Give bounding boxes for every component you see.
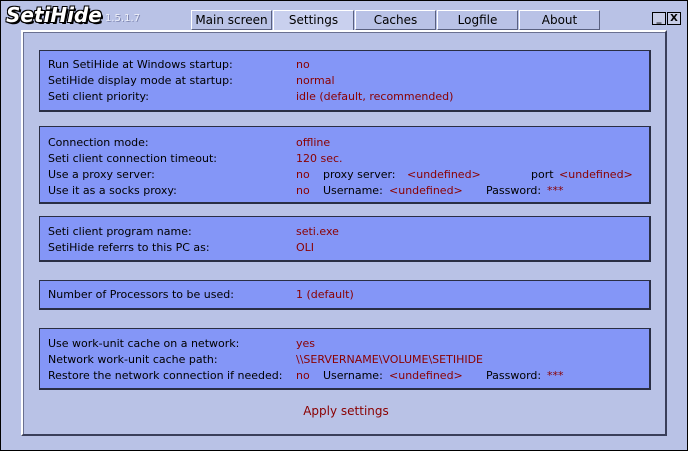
proxy-username-label: Username: [323, 184, 383, 197]
use-cache-label: Use work-unit cache on a network: [48, 337, 240, 350]
connection-group: Connection mode: offline Seti client con… [39, 126, 651, 204]
run-at-startup-label: Run SetiHide at Windows startup: [48, 58, 233, 71]
cache-path-label: Network work-unit cache path: [48, 353, 218, 366]
processors-group: Number of Processors to be used: 1 (defa… [39, 280, 651, 310]
program-name-label: Seti client program name: [48, 225, 192, 238]
tab-logfile[interactable]: Logfile [437, 10, 518, 30]
use-cache-value[interactable]: yes [296, 337, 315, 351]
app-logo: SetiHide [6, 3, 102, 27]
restore-connection-label: Restore the network connection if needed… [48, 369, 283, 382]
use-proxy-value[interactable]: no [296, 168, 310, 182]
processors-label: Number of Processors to be used: [48, 288, 234, 301]
socks-proxy-value[interactable]: no [296, 184, 310, 198]
app-version: 1.5.1.7 [105, 13, 140, 24]
display-mode-value[interactable]: normal [296, 74, 335, 88]
cache-path-value[interactable]: \\SERVERNAME\VOLUME\SETIHIDE [296, 353, 483, 367]
connection-mode-label: Connection mode: [48, 136, 149, 149]
tab-about[interactable]: About [519, 10, 600, 30]
pc-name-value[interactable]: OLI [296, 241, 314, 255]
use-proxy-label: Use a proxy server: [48, 168, 155, 181]
proxy-password-label: Password: [486, 184, 542, 197]
proxy-server-value[interactable]: <undefined> [407, 168, 481, 182]
connection-timeout-label: Seti client connection timeout: [48, 152, 218, 165]
cache-password-value[interactable]: *** [547, 369, 564, 383]
processors-value[interactable]: 1 (default) [296, 288, 354, 302]
priority-value[interactable]: idle (default, recommended) [296, 90, 453, 104]
program-group: Seti client program name: seti.exe SetiH… [39, 216, 651, 262]
cache-password-label: Password: [486, 369, 542, 382]
tab-caches[interactable]: Caches [355, 10, 436, 30]
tab-main-screen[interactable]: Main screen [191, 10, 272, 30]
close-icon[interactable]: X [667, 12, 681, 25]
port-value[interactable]: <undefined> [559, 168, 633, 182]
socks-proxy-label: Use it as a socks proxy: [48, 184, 177, 197]
cache-username-value[interactable]: <undefined> [389, 369, 463, 383]
run-at-startup-value[interactable]: no [296, 58, 310, 72]
display-mode-label: SetiHide display mode at startup: [48, 74, 233, 87]
minimize-icon[interactable]: _ [652, 12, 666, 25]
proxy-server-label: proxy server: [323, 168, 396, 181]
pc-name-label: SetiHide referrs to this PC as: [48, 241, 210, 254]
program-name-value[interactable]: seti.exe [296, 225, 339, 239]
priority-label: Seti client priority: [48, 90, 149, 103]
connection-timeout-value[interactable]: 120 sec. [296, 152, 343, 166]
port-label: port [531, 168, 554, 181]
connection-mode-value[interactable]: offline [296, 136, 330, 150]
proxy-username-value[interactable]: <undefined> [389, 184, 463, 198]
cache-username-label: Username: [323, 369, 383, 382]
startup-group: Run SetiHide at Windows startup: no Seti… [39, 50, 651, 112]
proxy-password-value[interactable]: *** [547, 184, 564, 198]
settings-panel: Run SetiHide at Windows startup: no Seti… [21, 30, 667, 436]
restore-connection-value[interactable]: no [296, 369, 310, 383]
apply-settings-button[interactable]: Apply settings [23, 404, 669, 418]
cache-group: Use work-unit cache on a network: yes Ne… [39, 328, 651, 390]
tab-settings[interactable]: Settings [273, 10, 354, 31]
